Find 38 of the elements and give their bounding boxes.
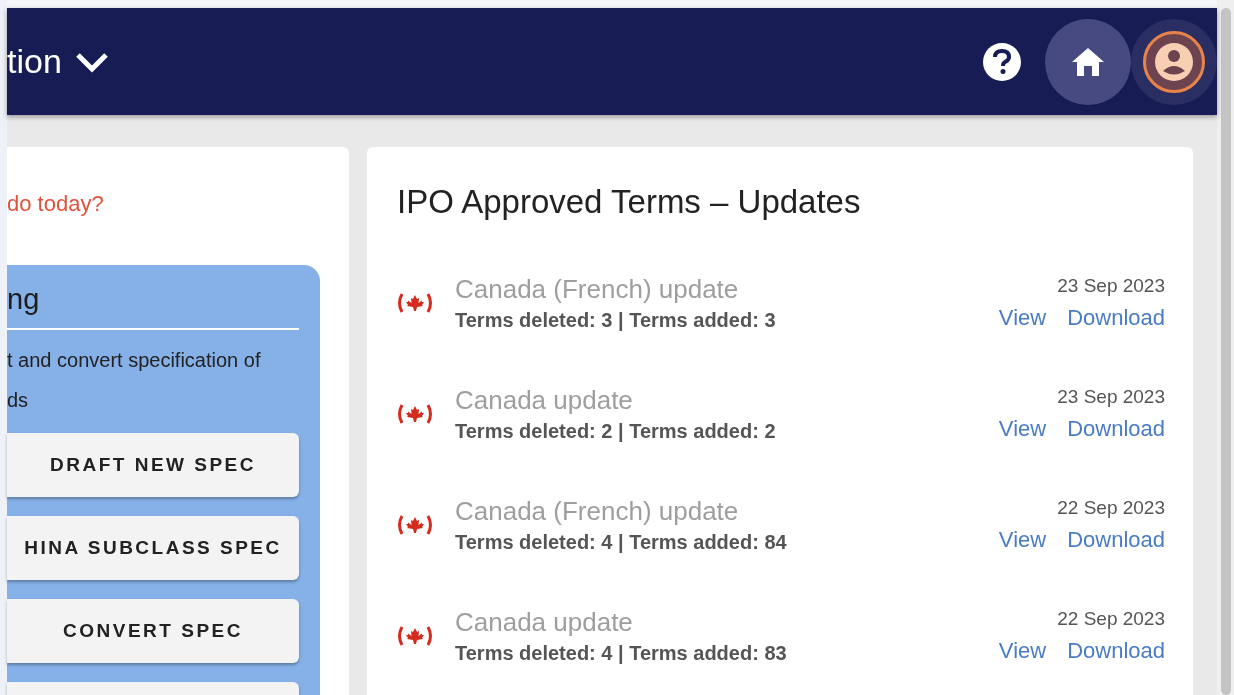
flag-icon <box>397 514 433 536</box>
spec-button[interactable]: DRAFT NEW SPEC <box>7 433 299 497</box>
spec-button[interactable]: CONVERT SPEC <box>7 599 299 663</box>
update-title: Canada (French) update <box>455 274 740 305</box>
update-summary: Terms deleted: 2 | Terms added: 2 <box>455 420 777 443</box>
update-date: 22 Sep 2023 <box>1057 608 1165 630</box>
flag-icon <box>397 292 433 314</box>
panel-heading: ng <box>7 283 41 316</box>
download-link[interactable]: Download <box>1067 638 1165 664</box>
help-icon <box>991 48 1013 75</box>
panel-description: t and convert specification of <box>7 348 262 373</box>
flag-icon <box>397 403 433 425</box>
view-link[interactable]: View <box>998 305 1047 331</box>
update-title: Canada (French) update <box>455 496 740 527</box>
update-date: 23 Sep 2023 <box>1057 386 1165 408</box>
spec-button[interactable]: HINA SUBCLASS SPEC <box>7 516 299 580</box>
view-link[interactable]: View <box>998 638 1047 664</box>
update-summary: Terms deleted: 4 | Terms added: 84 <box>455 531 788 554</box>
update-date: 23 Sep 2023 <box>1057 275 1165 297</box>
view-link[interactable]: View <box>998 527 1047 553</box>
avatar-icon <box>1154 41 1194 82</box>
update-summary: Terms deleted: 3 | Terms added: 3 <box>455 309 777 332</box>
update-title: Canada update <box>455 385 634 416</box>
download-link[interactable]: Download <box>1067 527 1165 553</box>
update-title: Canada update <box>455 607 634 638</box>
panel-description: ds <box>7 388 30 413</box>
card-title: IPO Approved Terms – Updates <box>397 183 862 221</box>
update-date: 22 Sep 2023 <box>1057 497 1165 519</box>
update-summary: Terms deleted: 4 | Terms added: 83 <box>455 642 788 665</box>
flag-icon <box>397 625 433 647</box>
scrollbar[interactable] <box>1217 0 1234 695</box>
download-link[interactable]: Download <box>1067 305 1165 331</box>
download-link[interactable]: Download <box>1067 416 1165 442</box>
view-link[interactable]: View <box>998 416 1047 442</box>
home-icon <box>1070 45 1106 78</box>
greeting-question: do today? <box>7 191 105 217</box>
help-button[interactable] <box>983 42 1021 81</box>
app-title: tion <box>7 42 62 81</box>
